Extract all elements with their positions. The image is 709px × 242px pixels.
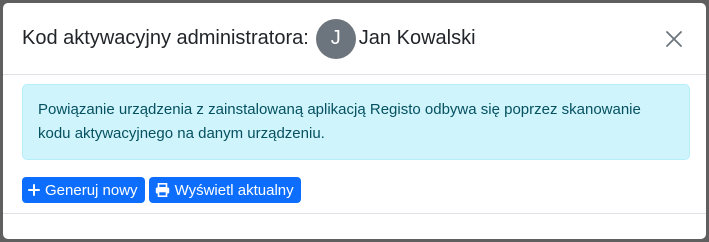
user-name: Jan Kowalski [358, 27, 476, 49]
avatar-initial: J [330, 27, 341, 49]
close-button[interactable] [662, 27, 686, 51]
modal-footer-divider [3, 213, 706, 214]
activation-code-modal: Kod aktywacyjny administratora: J Jan Ko… [3, 3, 706, 239]
close-icon [666, 30, 682, 47]
modal-title-text: Kod aktywacyjny administratora: [22, 27, 309, 49]
modal-body: Powiązanie urządzenia z zainstalowaną ap… [3, 75, 706, 203]
printer-icon [155, 183, 170, 197]
plus-icon [28, 184, 40, 196]
generate-new-button[interactable]: Generuj nowy [22, 177, 145, 203]
show-current-button[interactable]: Wyświetl aktualny [148, 177, 301, 203]
avatar: J [315, 18, 356, 59]
modal-title: Kod aktywacyjny administratora: J Jan Ko… [22, 18, 476, 59]
generate-new-label: Generuj nowy [45, 181, 138, 199]
modal-header: Kod aktywacyjny administratora: J Jan Ko… [3, 3, 706, 75]
show-current-label: Wyświetl aktualny [174, 181, 294, 199]
info-alert: Powiązanie urządzenia z zainstalowaną ap… [22, 84, 690, 160]
action-buttons: Generuj nowy Wyświetl aktualny [22, 177, 690, 203]
info-alert-text: Powiązanie urządzenia z zainstalowaną ap… [38, 101, 641, 142]
